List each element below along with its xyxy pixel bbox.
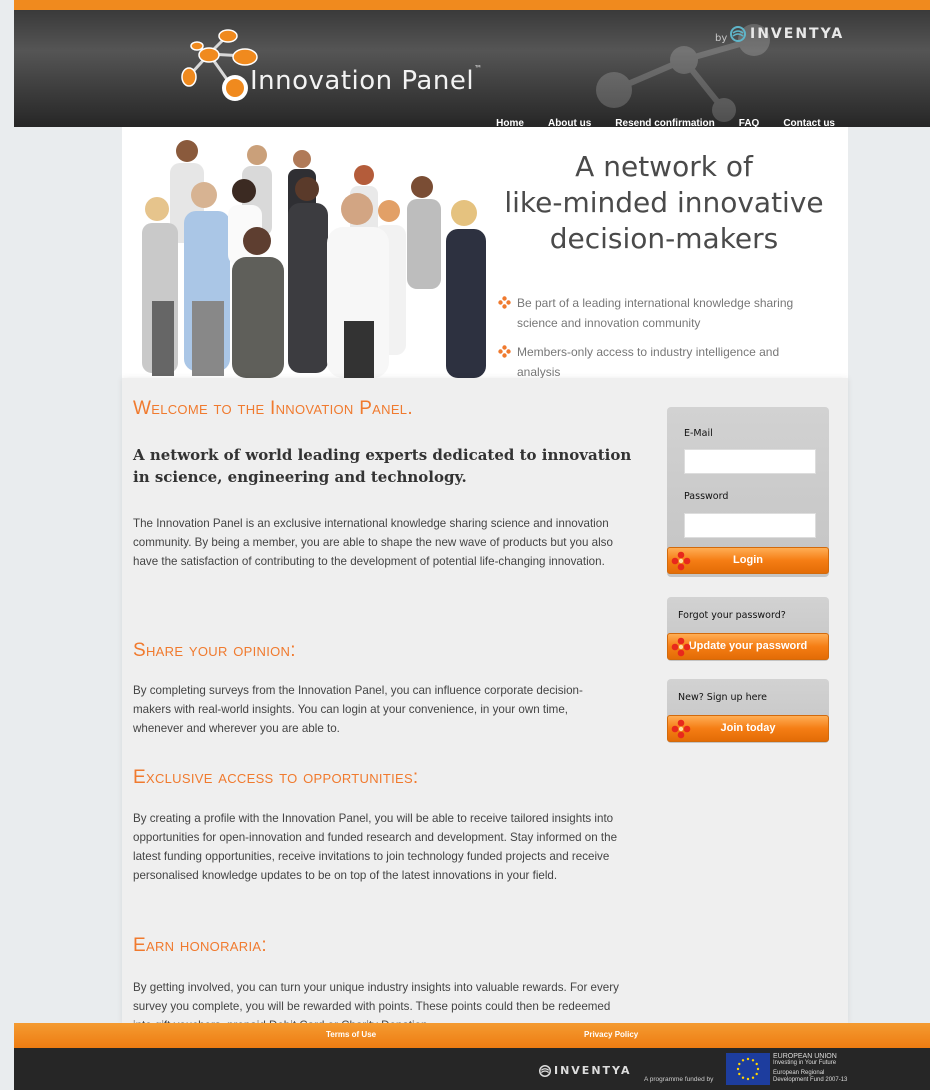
email-field[interactable]	[684, 449, 816, 474]
inventya-logo[interactable]: INVENTYA	[730, 26, 844, 42]
inventya-globe-icon	[539, 1064, 551, 1077]
eu-flag-icon	[726, 1053, 770, 1085]
update-password-button[interactable]: Update your password	[667, 633, 829, 660]
inventya-name: INVENTYA	[750, 26, 845, 42]
footer-links-bar: Terms of Use Privacy Policy	[14, 1023, 930, 1048]
forgot-password-panel: Forgot your password? Update your passwo…	[667, 597, 829, 661]
by-label: by	[715, 33, 728, 44]
group-of-people-image	[142, 140, 486, 378]
hero-title: A network of like-minded innovative deci…	[504, 150, 824, 255]
forgot-password-label: Forgot your password?	[678, 610, 786, 621]
join-today-button[interactable]: Join today	[667, 715, 829, 742]
login-button[interactable]: Login	[667, 547, 829, 574]
funded-by-label: A programme funded by	[644, 1076, 714, 1083]
orange-star-bullet-icon	[498, 296, 511, 309]
eu-funding-text: EUROPEAN UNION Investing in Your Future …	[773, 1053, 848, 1083]
signup-label: New? Sign up here	[678, 692, 768, 703]
site-footer: INVENTYA A programme funded by EUROPEAN …	[14, 1048, 930, 1090]
flower-icon	[671, 637, 691, 657]
earn-honoraria-title: Earn honoraria:	[133, 935, 267, 956]
intro-paragraph: The Innovation Panel is an exclusive int…	[133, 517, 613, 568]
hero-bullet: Members-only access to industry intellig…	[498, 342, 818, 382]
exclusive-access-title: Exclusive access to opportunities:	[133, 767, 419, 788]
hero-bullet: Be part of a leading international knowl…	[498, 293, 818, 333]
page: Innovation Panel™ by INVENTYA Home About…	[14, 0, 930, 1090]
privacy-policy-link[interactable]: Privacy Policy	[584, 1030, 638, 1039]
inventya-footer-logo[interactable]: INVENTYA	[539, 1064, 631, 1077]
login-panel: E-Mail Password Login	[667, 407, 829, 577]
terms-of-use-link[interactable]: Terms of Use	[326, 1030, 376, 1039]
password-field[interactable]	[684, 513, 816, 538]
welcome-title: Welcome to the Innovation Panel.	[133, 398, 413, 419]
share-opinion-paragraph: By completing surveys from the Innovatio…	[133, 684, 583, 735]
signup-panel: New? Sign up here Join today	[667, 679, 829, 743]
hero-banner: A network of like-minded innovative deci…	[122, 127, 848, 379]
lead-text: A network of world leading experts dedic…	[133, 446, 632, 486]
password-label: Password	[684, 491, 729, 502]
email-label: E-Mail	[684, 428, 713, 439]
exclusive-access-paragraph: By creating a profile with the Innovatio…	[133, 812, 618, 882]
site-header: Innovation Panel™ by INVENTYA Home About…	[14, 0, 930, 129]
inventya-globe-icon	[730, 26, 746, 42]
orange-star-bullet-icon	[498, 345, 511, 358]
flower-icon	[671, 719, 691, 739]
flower-icon	[671, 551, 691, 571]
content-area: Welcome to the Innovation Panel. A netwo…	[122, 378, 848, 1032]
share-opinion-title: Share your opinion:	[133, 640, 296, 661]
site-logo-text[interactable]: Innovation Panel™	[250, 64, 483, 96]
